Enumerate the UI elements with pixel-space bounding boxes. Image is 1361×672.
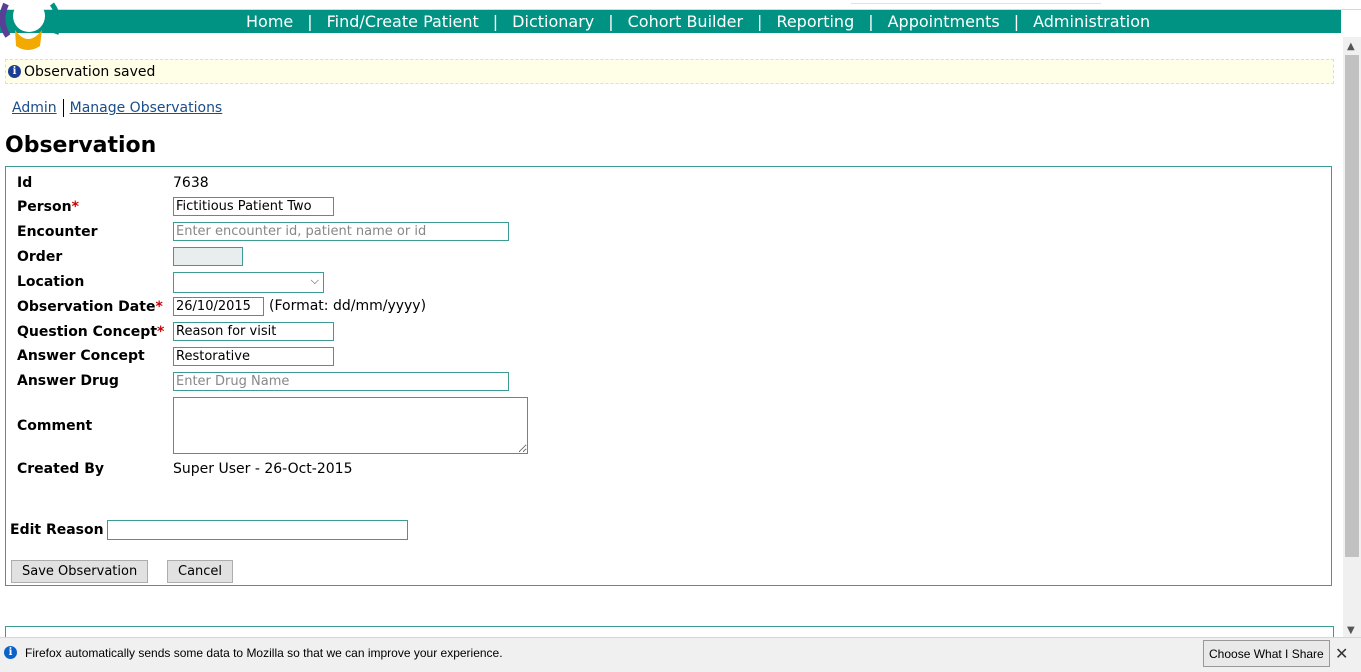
required-marker: * <box>155 299 163 315</box>
observation-date-label-text: Observation Date <box>17 299 156 315</box>
order-input <box>173 247 243 266</box>
scrollbar-thumb[interactable] <box>1345 55 1359 557</box>
id-label: Id <box>17 175 33 191</box>
required-marker: * <box>71 199 79 215</box>
notification-message: Firefox automatically sends some data to… <box>25 646 503 660</box>
top-navigation-bar: Home | Find/Create Patient | Dictionary … <box>0 10 1341 33</box>
question-concept-label: Question Concept* <box>17 324 164 340</box>
date-format-hint: (Format: dd/mm/yyyy) <box>269 298 427 314</box>
required-marker: * <box>157 324 165 340</box>
save-observation-button[interactable]: Save Observation <box>11 560 149 583</box>
breadcrumb-manage-observations-link[interactable]: Manage Observations <box>70 100 223 116</box>
created-by-label: Created By <box>17 461 105 477</box>
id-value: 7638 <box>173 175 209 191</box>
scroll-down-icon[interactable]: ▼ <box>1347 625 1355 636</box>
location-label: Location <box>17 274 85 290</box>
nav-administration[interactable]: Administration <box>1019 12 1164 31</box>
observation-date-label: Observation Date* <box>17 299 163 315</box>
info-icon: i <box>4 646 17 659</box>
info-icon: i <box>8 65 21 78</box>
nav-cohort-builder[interactable]: Cohort Builder <box>614 12 757 31</box>
choose-what-i-share-button[interactable]: Choose What I Share <box>1203 640 1330 667</box>
observation-date-input[interactable] <box>173 297 264 316</box>
person-label-text: Person <box>17 199 72 215</box>
nav-reporting[interactable]: Reporting <box>762 12 868 31</box>
openmrs-logo-icon[interactable] <box>0 2 64 50</box>
edit-reason-input[interactable] <box>107 520 408 540</box>
main-menu: Home | Find/Create Patient | Dictionary … <box>232 10 1164 33</box>
page-title: Observation <box>5 133 157 158</box>
person-input[interactable] <box>173 197 334 216</box>
close-icon[interactable]: ✕ <box>1335 644 1348 664</box>
comment-label: Comment <box>17 418 93 434</box>
answer-drug-label: Answer Drug <box>17 373 119 389</box>
browser-tab-edge <box>851 0 1101 4</box>
nav-find-create-patient[interactable]: Find/Create Patient <box>313 12 493 31</box>
encounter-input[interactable] <box>173 222 509 241</box>
answer-concept-label: Answer Concept <box>17 348 145 364</box>
scroll-up-icon[interactable]: ▲ <box>1347 41 1355 52</box>
firefox-notification-bar: i Firefox automatically sends some data … <box>0 637 1361 672</box>
breadcrumb-separator <box>62 99 64 117</box>
answer-concept-input[interactable] <box>173 347 334 366</box>
breadcrumb: Admin Manage Observations <box>12 99 222 117</box>
location-select[interactable]: ⌵ <box>173 272 324 293</box>
breadcrumb-admin-link[interactable]: Admin <box>12 100 57 116</box>
nav-home[interactable]: Home <box>232 12 307 31</box>
answer-drug-input[interactable] <box>173 372 509 391</box>
encounter-label: Encounter <box>17 224 98 240</box>
browser-top-strip <box>0 0 1361 10</box>
person-label: Person* <box>17 199 79 215</box>
edit-reason-label: Edit Reason <box>10 522 104 538</box>
nav-dictionary[interactable]: Dictionary <box>498 12 608 31</box>
flash-message-text: Observation saved <box>24 63 156 80</box>
question-concept-label-text: Question Concept <box>17 324 158 340</box>
order-label: Order <box>17 249 63 265</box>
question-concept-input[interactable] <box>173 322 334 341</box>
created-by-value: Super User - 26-Oct-2015 <box>173 461 353 477</box>
page-scrollbar[interactable]: ▲ ▼ <box>1343 37 1361 638</box>
comment-textarea[interactable] <box>173 397 528 454</box>
flash-message: i Observation saved <box>5 59 1334 84</box>
nav-appointments[interactable]: Appointments <box>874 12 1014 31</box>
cancel-button[interactable]: Cancel <box>167 560 234 583</box>
observation-form: Id 7638 Person* Encounter Order Location… <box>5 166 1332 586</box>
chevron-down-icon: ⌵ <box>310 274 319 287</box>
